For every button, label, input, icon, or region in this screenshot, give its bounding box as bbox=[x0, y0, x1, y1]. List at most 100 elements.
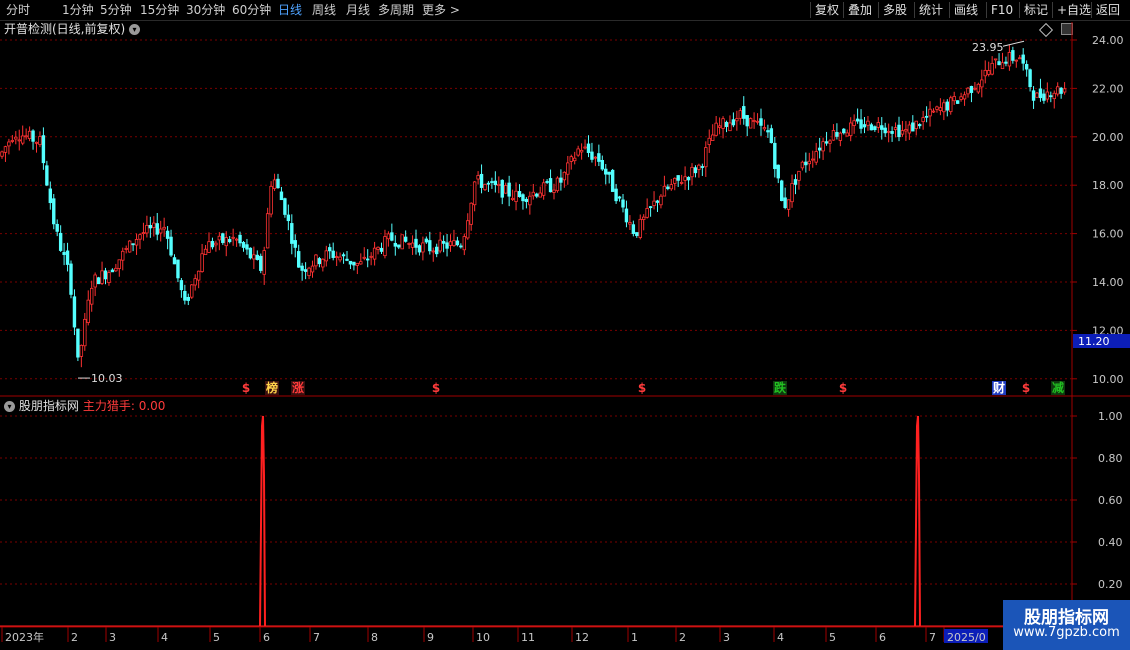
candle-body bbox=[207, 241, 211, 253]
candle-body bbox=[1014, 59, 1018, 62]
price-tick-label: 20.00 bbox=[1092, 131, 1124, 144]
candle-body bbox=[307, 267, 311, 277]
candle-body bbox=[735, 118, 739, 122]
candle-body bbox=[697, 164, 701, 170]
price-tick-label: 22.00 bbox=[1092, 82, 1124, 95]
candle-body bbox=[569, 156, 573, 162]
candle-body bbox=[635, 232, 639, 236]
candle-body bbox=[352, 261, 356, 266]
candle-body bbox=[800, 161, 805, 169]
candle-body bbox=[448, 241, 453, 246]
candle-body bbox=[717, 125, 722, 128]
candle-body bbox=[1042, 93, 1046, 101]
candle-body bbox=[662, 185, 667, 197]
event-marker: 涨 bbox=[292, 380, 304, 395]
candle-body bbox=[914, 120, 918, 129]
candle-body bbox=[476, 175, 480, 180]
candle-body bbox=[904, 129, 908, 132]
candle-body bbox=[731, 119, 736, 126]
candle-body bbox=[438, 239, 442, 252]
candle-body bbox=[55, 223, 59, 232]
candle-body bbox=[38, 136, 42, 145]
candle-body bbox=[72, 296, 77, 328]
candle-body bbox=[983, 69, 987, 77]
candle-body bbox=[924, 115, 929, 118]
time-tick-label: 11 bbox=[521, 631, 535, 644]
candle-body bbox=[566, 162, 570, 175]
candle-body bbox=[811, 158, 815, 161]
candle-body bbox=[100, 270, 104, 284]
candle-body bbox=[397, 244, 401, 248]
candle-body bbox=[535, 193, 539, 197]
candle-body bbox=[669, 184, 673, 190]
candle-body bbox=[976, 83, 981, 93]
candle-body bbox=[434, 246, 439, 255]
price-tick-label: 10.00 bbox=[1092, 373, 1124, 386]
time-tick-label: 5 bbox=[213, 631, 220, 644]
candle-body bbox=[645, 208, 649, 218]
candle-body bbox=[293, 240, 297, 248]
candle-body bbox=[227, 239, 232, 243]
candle-body bbox=[283, 198, 287, 215]
candle-body bbox=[897, 124, 901, 138]
candle-body bbox=[873, 126, 877, 131]
time-tick-label: 7 bbox=[929, 631, 936, 644]
candle-body bbox=[497, 183, 501, 186]
candle-body bbox=[890, 131, 894, 134]
time-tick-label: 7 bbox=[313, 631, 320, 644]
time-tick-label: 2025/0 bbox=[947, 631, 986, 644]
candle-body bbox=[573, 157, 577, 162]
candle-body bbox=[252, 254, 256, 260]
candle-body bbox=[466, 220, 470, 239]
candle-body bbox=[90, 287, 94, 305]
time-tick-label: 8 bbox=[371, 631, 378, 644]
candle-body bbox=[690, 166, 694, 178]
candle-body bbox=[96, 277, 101, 285]
candle-body bbox=[828, 140, 832, 144]
time-tick-label: 10 bbox=[476, 631, 490, 644]
candle-body bbox=[355, 262, 360, 266]
candle-body bbox=[1052, 92, 1056, 100]
candle-body bbox=[214, 242, 218, 246]
time-tick-label: 4 bbox=[161, 631, 168, 644]
candle-body bbox=[58, 232, 63, 251]
candle-body bbox=[279, 191, 284, 201]
candle-body bbox=[14, 136, 18, 140]
candle-body bbox=[786, 199, 791, 210]
candle-body bbox=[224, 237, 228, 247]
time-tick-label: 5 bbox=[829, 631, 836, 644]
candle-body bbox=[993, 58, 998, 61]
candle-body bbox=[955, 100, 960, 104]
current-price-label: 11.20 bbox=[1078, 335, 1110, 348]
candle-body bbox=[545, 181, 549, 183]
candle-body bbox=[648, 206, 653, 209]
candle-body bbox=[514, 190, 518, 202]
candle-body bbox=[938, 107, 943, 111]
candle-body bbox=[248, 247, 253, 259]
candle-body bbox=[624, 208, 629, 223]
candle-body bbox=[348, 260, 353, 265]
candle-body bbox=[704, 147, 708, 168]
candle-body bbox=[193, 278, 197, 286]
candle-body bbox=[155, 223, 159, 235]
candle-body bbox=[17, 139, 21, 142]
candle-body bbox=[507, 182, 511, 197]
candle-body bbox=[141, 232, 146, 235]
event-marker: $ bbox=[839, 381, 847, 395]
candle-body bbox=[966, 87, 970, 95]
chart-area: 23.95 10.03 $ 榜涨 $ $ 跌 $ 财 $ 减 24.00 22.00 20.00 18.0… bbox=[0, 22, 1130, 644]
candle-body bbox=[24, 135, 28, 138]
candle-body bbox=[597, 153, 601, 162]
candle-body bbox=[65, 250, 70, 265]
candle-body bbox=[783, 197, 787, 209]
candle-body bbox=[969, 85, 974, 93]
candle-body bbox=[1031, 90, 1036, 101]
candle-body bbox=[27, 130, 32, 140]
candle-body bbox=[952, 96, 956, 102]
candle-body bbox=[642, 216, 646, 220]
candle-body bbox=[614, 188, 618, 202]
candle-body bbox=[262, 250, 266, 275]
candle-body bbox=[1007, 52, 1012, 67]
candle-body bbox=[721, 118, 725, 129]
candle-body bbox=[265, 213, 270, 249]
